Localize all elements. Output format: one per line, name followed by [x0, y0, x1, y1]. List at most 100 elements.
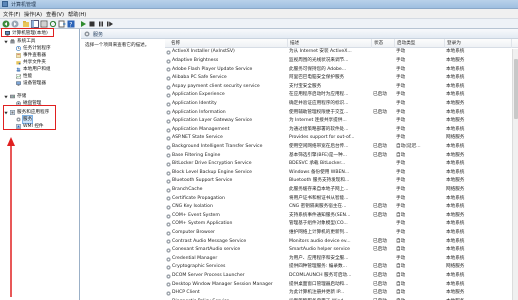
disk-icon [16, 101, 21, 106]
cell-log-on-as: 本地系统 [446, 75, 465, 81]
menu-action[interactable]: 操作(A) [24, 11, 42, 18]
services-pane: 服务 选择一个项目来查看它的描述。 名称 描述 状态 启动类型 登录为 Acti… [81, 29, 518, 300]
column-header-startup-type[interactable]: 启动类型 [395, 39, 445, 48]
menu-help[interactable]: 帮助(H) [68, 11, 86, 18]
cell-description: CNG 密钥隔离服务宿主在... [289, 204, 347, 210]
cell-status [373, 195, 395, 204]
restart-icon[interactable] [106, 20, 114, 28]
cell-log-on-as: 本地系统 [446, 92, 465, 98]
table-row[interactable]: Application Experience 在应用程序启动时为应用程... 已启动… [165, 91, 518, 100]
cell-log-on-as: 本地系统 [446, 273, 465, 278]
cell-startup-type: 手动 [396, 187, 406, 192]
refresh-icon[interactable] [49, 20, 57, 28]
cell-status [373, 100, 395, 109]
table-row[interactable]: Alibaba PC Safe Service 阿里巴巴电脑安全保护服务 手动 本地系… [165, 74, 518, 83]
run-icon[interactable] [79, 20, 87, 28]
table-row[interactable]: Conexant SmartAudio service SmartAudio he… [165, 246, 518, 255]
table-row[interactable]: Certificate Propagation 将用户证书和根证书从智能... 手动… [165, 195, 518, 204]
cell-startup-type: 自动 [396, 238, 406, 244]
table-row[interactable]: Adaptive Brightness 监视周围的光线状况来调节... 手动 本地服务 [165, 57, 518, 66]
help-icon[interactable]: ? [67, 20, 75, 28]
up-folder-icon[interactable] [22, 20, 30, 28]
table-row[interactable]: Credential Manager 为用户、应用程序和安全服... 手动 本地系统 [165, 255, 518, 264]
cell-status: 已启动 [373, 204, 387, 210]
performance-icon [16, 74, 21, 79]
back-icon[interactable] [2, 20, 10, 28]
cell-status: 已启动 [373, 264, 387, 270]
table-row[interactable]: Application Information 使用辅助管理权限便于交互... 已启… [165, 109, 518, 118]
column-header-description[interactable]: 描述 [288, 39, 372, 48]
cell-name: BitLocker Drive Encryption Service [172, 161, 252, 167]
cell-description: 为用户、应用程序和安全服... [289, 255, 349, 261]
cell-status [373, 66, 395, 75]
table-row[interactable]: ActiveX Installer (AxInstSV) 为从 Internet … [165, 48, 518, 57]
collapse-icon[interactable] [4, 40, 8, 44]
table-row[interactable]: ASP.NET State Service Provides support fo… [165, 134, 518, 143]
menu-file[interactable]: 文件(F) [3, 11, 20, 18]
table-row[interactable]: Base Filtering Engine 基本筛选引擎(BFE)是一种... 已启… [165, 152, 518, 161]
forward-icon[interactable] [11, 20, 19, 28]
table-row[interactable]: BranchCache 此服务缓存来自本地子网上... 手动 网络服务 [165, 186, 518, 195]
cell-startup-type: 手动 [396, 101, 406, 106]
table-row[interactable]: Contrast Audio Message Service Monitors a… [165, 238, 518, 247]
gear-icon [16, 117, 21, 122]
cell-status [373, 126, 395, 135]
service-gear-icon [166, 84, 171, 90]
scrollbar-thumb[interactable] [514, 59, 518, 119]
column-header-status[interactable]: 状态 [372, 39, 395, 48]
table-row[interactable]: Adobe Flash Player Update Service 此服务可保持您… [165, 66, 518, 75]
table-row[interactable]: Block Level Backup Engine Service Windows… [165, 169, 518, 178]
cell-log-on-as: 网络服务 [446, 264, 465, 270]
table-row[interactable]: Application Management 为通过组策略部署的软件处... 手动 本… [165, 126, 518, 135]
shared-folder-icon [16, 61, 21, 65]
cell-name: DCOM Server Process Launcher [172, 273, 245, 278]
table-row[interactable]: CNG Key Isolation CNG 密钥隔离服务宿主在... 已启动 手动 本地… [165, 203, 518, 212]
properties-icon[interactable] [40, 20, 48, 28]
service-gear-icon [166, 188, 171, 193]
collapse-icon[interactable] [4, 95, 8, 99]
service-gear-icon [166, 145, 171, 150]
table-row[interactable]: Application Identity 确定并验证应用程序的标识... 手动 本地服… [165, 100, 518, 109]
table-row[interactable]: Cryptographic Services 提供四种管理服务: 编录数... 已启… [165, 263, 518, 272]
cell-status: 已启动 [373, 144, 387, 149]
cell-log-on-as: 本地服务 [446, 118, 465, 124]
table-row[interactable]: DCOM Server Process Launcher DCOMLAUNCH 服… [165, 272, 518, 281]
collapse-icon[interactable] [4, 111, 8, 115]
cell-name: Aspay payment client security service [172, 83, 260, 89]
table-row[interactable]: Desktop Window Manager Session Manager 提供… [165, 281, 518, 290]
table-row[interactable]: DHCP Client 为此计算机注册并更新 IP... 已启动 自动 本地服务 [165, 289, 518, 298]
column-header-log-on-as[interactable]: 登录为 [445, 39, 512, 48]
show-tree-icon[interactable] [31, 20, 39, 28]
cell-startup-type: 手动 [396, 195, 406, 201]
service-gear-icon [166, 265, 171, 270]
table-row[interactable]: COM+ System Application 管理基于组件对象模型(CO... 手… [165, 220, 518, 229]
table-row[interactable]: Computer Browser 维护网络上计算机的更新列... 手动 本地系统 [165, 229, 518, 238]
vertical-scrollbar[interactable] [512, 49, 518, 300]
cell-name: Adobe Flash Player Update Service [172, 66, 253, 72]
service-gear-icon [166, 179, 171, 184]
cell-status [373, 229, 395, 238]
cell-name: Adaptive Brightness [172, 58, 219, 63]
table-row[interactable]: Background Intelligent Transfer Service 使… [165, 143, 518, 152]
table-row[interactable]: Bluetooth Support Service Bluetooth 服务支持发… [165, 177, 518, 186]
table-row[interactable]: COM+ Event System 支持系统事件通知服务(SEN... 已启动 自动 本… [165, 212, 518, 221]
export-list-icon[interactable] [58, 20, 66, 28]
cell-startup-type: 手动 [396, 109, 406, 115]
table-row[interactable]: Application Layer Gateway Service 为 Inter… [165, 117, 518, 126]
table-row[interactable]: BitLocker Drive Encryption Service BDESVC… [165, 160, 518, 169]
cell-startup-type: 手动 [396, 161, 406, 167]
service-gear-icon [166, 213, 171, 219]
pause-icon[interactable] [97, 20, 105, 28]
cell-log-on-as: 本地服务 [446, 101, 465, 106]
menu-view[interactable]: 查看(V) [46, 11, 64, 18]
cell-name: Computer Browser [172, 230, 215, 235]
stop-icon[interactable] [88, 20, 96, 28]
services-pane-header: 服务 [81, 29, 518, 39]
cell-description: 提供桌面窗口管理器启动和... [289, 281, 349, 287]
table-row[interactable]: Aspay payment client security service 支付宝… [165, 83, 518, 92]
cell-log-on-as: 本地系统 [446, 161, 465, 167]
cell-startup-type: 手动 [396, 169, 406, 175]
cell-status [373, 169, 395, 178]
service-gear-icon [166, 231, 171, 236]
column-header-name[interactable]: 名称 [165, 39, 288, 48]
